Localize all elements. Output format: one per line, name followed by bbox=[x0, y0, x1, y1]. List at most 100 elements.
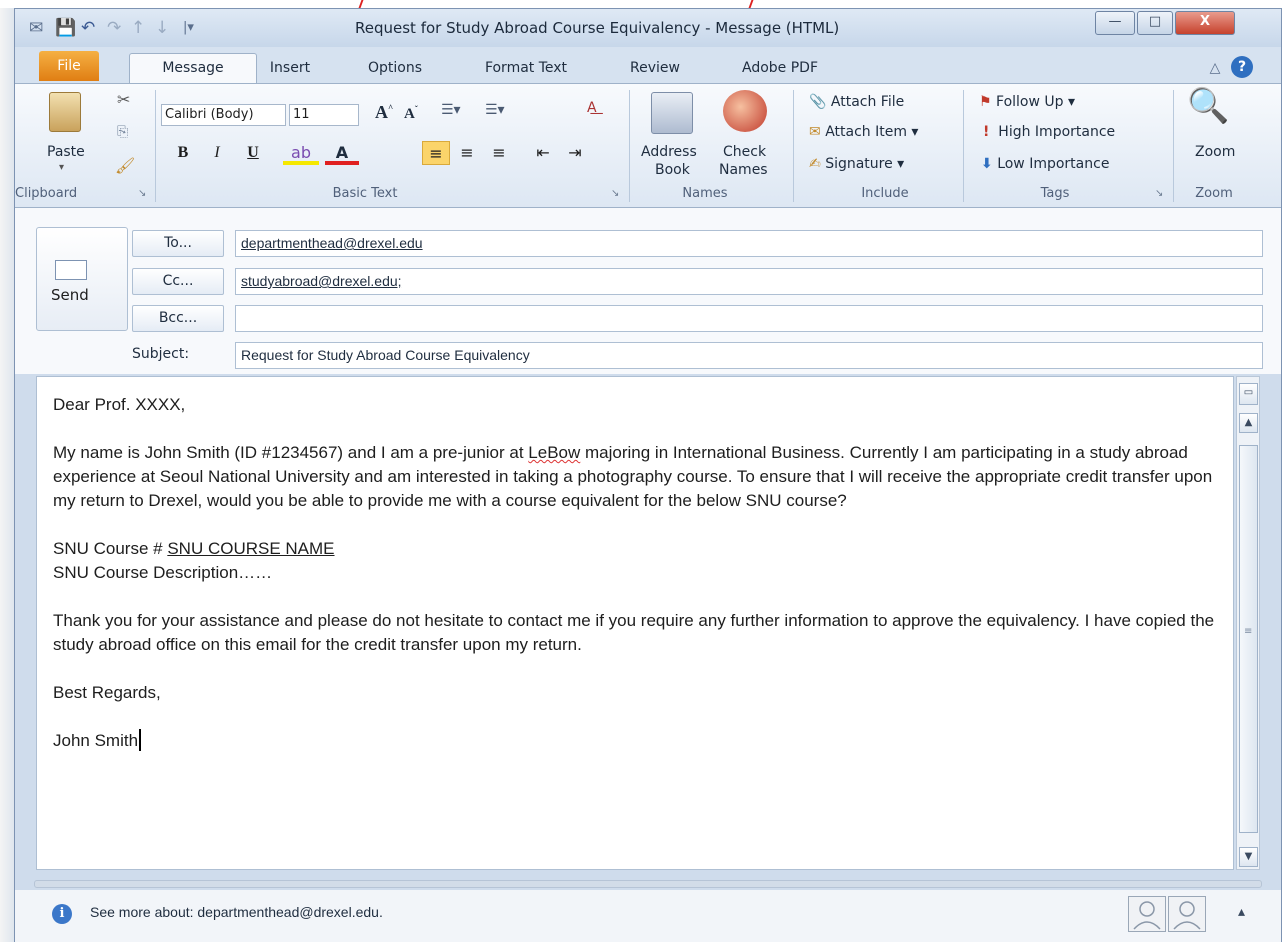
numbering-icon[interactable]: ☰▾ bbox=[485, 102, 505, 118]
message-body-text[interactable]: Dear Prof. XXXX, My name is John Smith (… bbox=[53, 393, 1223, 777]
clipboard-group-label: Clipboard bbox=[15, 186, 78, 201]
tab-adobe-pdf[interactable]: Adobe PDF bbox=[725, 54, 835, 82]
align-center-icon[interactable]: ≡ bbox=[453, 141, 481, 165]
check-names-label-2[interactable]: Names bbox=[719, 162, 768, 178]
follow-up-button[interactable]: ⚑ Follow Up ▾ bbox=[979, 94, 1075, 110]
group-separator bbox=[629, 90, 630, 202]
styles-icon[interactable]: A͟ bbox=[587, 100, 597, 116]
tab-review[interactable]: Review bbox=[615, 54, 695, 82]
people-pane-divider[interactable] bbox=[34, 880, 1262, 888]
undo-icon[interactable]: ↶ bbox=[81, 17, 95, 39]
address-book-icon[interactable] bbox=[651, 92, 693, 134]
lebow-misspelled: LeBow bbox=[528, 443, 581, 462]
zoom-button[interactable]: Zoom bbox=[1195, 144, 1235, 160]
course-description: SNU Course Description…… bbox=[53, 563, 273, 582]
highlight-icon[interactable]: ab bbox=[283, 141, 319, 165]
cc-field[interactable]: studyabroad@drexel.edu; bbox=[235, 268, 1263, 295]
format-painter-icon[interactable]: 🖌 bbox=[115, 156, 135, 175]
customize-qat-icon[interactable]: |▾ bbox=[183, 17, 194, 39]
paragraph-thanks: Thank you for your assistance and please… bbox=[53, 611, 1215, 654]
shrink-font-icon[interactable]: Aˇ bbox=[404, 104, 418, 123]
envelope-icon bbox=[55, 260, 87, 280]
tab-insert[interactable]: Insert bbox=[255, 54, 325, 82]
low-importance-label: Low Importance bbox=[997, 156, 1110, 172]
scroll-up-icon[interactable]: ▲ bbox=[1239, 413, 1258, 433]
bullets-icon[interactable]: ☰▾ bbox=[441, 102, 461, 118]
flag-icon: ⚑ bbox=[979, 94, 992, 110]
to-field[interactable]: departmenthead@drexel.edu bbox=[235, 230, 1263, 257]
bold-button[interactable]: B bbox=[169, 141, 197, 165]
tab-format-text[interactable]: Format Text bbox=[471, 54, 581, 82]
up-arrow-icon[interactable]: ↑ bbox=[131, 17, 145, 39]
expand-people-pane-icon[interactable]: ▴ bbox=[1238, 904, 1245, 920]
low-importance-button[interactable]: ⬇ Low Importance bbox=[981, 156, 1109, 172]
magnifier-icon[interactable]: 🔍 bbox=[1187, 86, 1229, 126]
scroll-down-icon[interactable]: ▼ bbox=[1239, 847, 1258, 867]
subject-field[interactable]: Request for Study Abroad Course Equivale… bbox=[235, 342, 1263, 369]
font-size-box[interactable]: 11 bbox=[289, 104, 359, 126]
address-book-label-1[interactable]: Address bbox=[641, 144, 697, 160]
message-body[interactable]: Dear Prof. XXXX, My name is John Smith (… bbox=[36, 376, 1234, 870]
group-separator bbox=[1173, 90, 1174, 202]
tab-file[interactable]: File bbox=[39, 51, 99, 81]
tab-options[interactable]: Options bbox=[355, 54, 435, 82]
send-button[interactable]: Send bbox=[36, 227, 128, 331]
outlook-icon[interactable]: ✉ bbox=[29, 17, 43, 39]
grow-font-icon[interactable]: A^ bbox=[375, 102, 393, 123]
high-importance-button[interactable]: ! High Importance bbox=[983, 124, 1115, 140]
zoom-group-label: Zoom bbox=[1195, 186, 1233, 201]
avatar[interactable] bbox=[1168, 896, 1206, 932]
signature-button[interactable]: ✍ Signature ▾ bbox=[809, 156, 904, 172]
paste-button[interactable]: Paste bbox=[47, 144, 85, 160]
check-names-label-1[interactable]: Check bbox=[723, 144, 766, 160]
italic-button[interactable]: I bbox=[203, 141, 231, 165]
bcc-button[interactable]: Bcc... bbox=[132, 305, 224, 332]
group-separator bbox=[963, 90, 964, 202]
info-icon: i bbox=[52, 904, 72, 924]
help-icon[interactable]: ? bbox=[1229, 53, 1255, 81]
course-prefix: SNU Course # bbox=[53, 539, 168, 558]
align-left-icon[interactable]: ≡ bbox=[422, 141, 450, 165]
font-name-box[interactable]: Calibri (Body) bbox=[161, 104, 286, 126]
avatar[interactable] bbox=[1128, 896, 1166, 932]
tags-group-label: Tags bbox=[1040, 186, 1070, 201]
attach-item-button[interactable]: ✉ Attach Item ▾ bbox=[809, 124, 918, 140]
font-color-icon[interactable]: A bbox=[325, 141, 359, 165]
left-edge bbox=[0, 8, 14, 942]
check-names-icon[interactable] bbox=[723, 90, 767, 132]
ribbon-tabs: File Message Insert Options Format Text … bbox=[15, 47, 1281, 85]
group-separator bbox=[793, 90, 794, 202]
cut-icon[interactable]: ✂ bbox=[117, 90, 130, 109]
minimize-button[interactable]: — bbox=[1095, 11, 1135, 35]
split-icon[interactable]: ▭ bbox=[1239, 383, 1258, 405]
down-arrow-icon[interactable]: ↓ bbox=[155, 17, 169, 39]
underline-button[interactable]: U bbox=[239, 141, 267, 165]
vertical-scrollbar[interactable]: ▭ ▲ ≡ ▼ bbox=[1236, 376, 1260, 870]
tags-launcher-icon[interactable]: ↘ bbox=[1155, 188, 1163, 199]
person-icon bbox=[1133, 901, 1161, 930]
increase-indent-icon[interactable]: ⇥ bbox=[561, 141, 589, 165]
bcc-field[interactable] bbox=[235, 305, 1263, 332]
decrease-indent-icon[interactable]: ⇤ bbox=[529, 141, 557, 165]
copy-icon[interactable]: ⎘ bbox=[117, 124, 128, 140]
paperclip-icon: 📎 bbox=[809, 94, 827, 110]
paste-icon[interactable] bbox=[49, 92, 81, 132]
paste-dropdown-icon[interactable]: ▾ bbox=[59, 162, 64, 173]
clipboard-launcher-icon[interactable]: ↘ bbox=[138, 188, 146, 199]
cc-button[interactable]: Cc... bbox=[132, 268, 224, 295]
attach-file-button[interactable]: 📎 Attach File bbox=[809, 94, 904, 110]
tab-message[interactable]: Message bbox=[129, 53, 257, 85]
close-button[interactable]: X bbox=[1175, 11, 1235, 35]
scroll-thumb[interactable]: ≡ bbox=[1239, 445, 1258, 833]
maximize-button[interactable]: □ bbox=[1137, 11, 1173, 35]
text-cursor bbox=[139, 729, 142, 751]
see-more-link[interactable]: See more about: departmenthead@drexel.ed… bbox=[90, 904, 383, 920]
basic-text-launcher-icon[interactable]: ↘ bbox=[611, 188, 619, 199]
align-right-icon[interactable]: ≡ bbox=[485, 141, 513, 165]
redo-icon[interactable]: ↷ bbox=[107, 17, 121, 39]
save-icon[interactable]: 💾 bbox=[55, 17, 76, 39]
address-book-label-2[interactable]: Book bbox=[655, 162, 690, 178]
to-button[interactable]: To... bbox=[132, 230, 224, 257]
minimize-ribbon-icon[interactable]: △ bbox=[1205, 54, 1225, 82]
title-bar: ✉ 💾 ↶ ↷ ↑ ↓ |▾ Request for Study Abroad … bbox=[15, 9, 1281, 47]
